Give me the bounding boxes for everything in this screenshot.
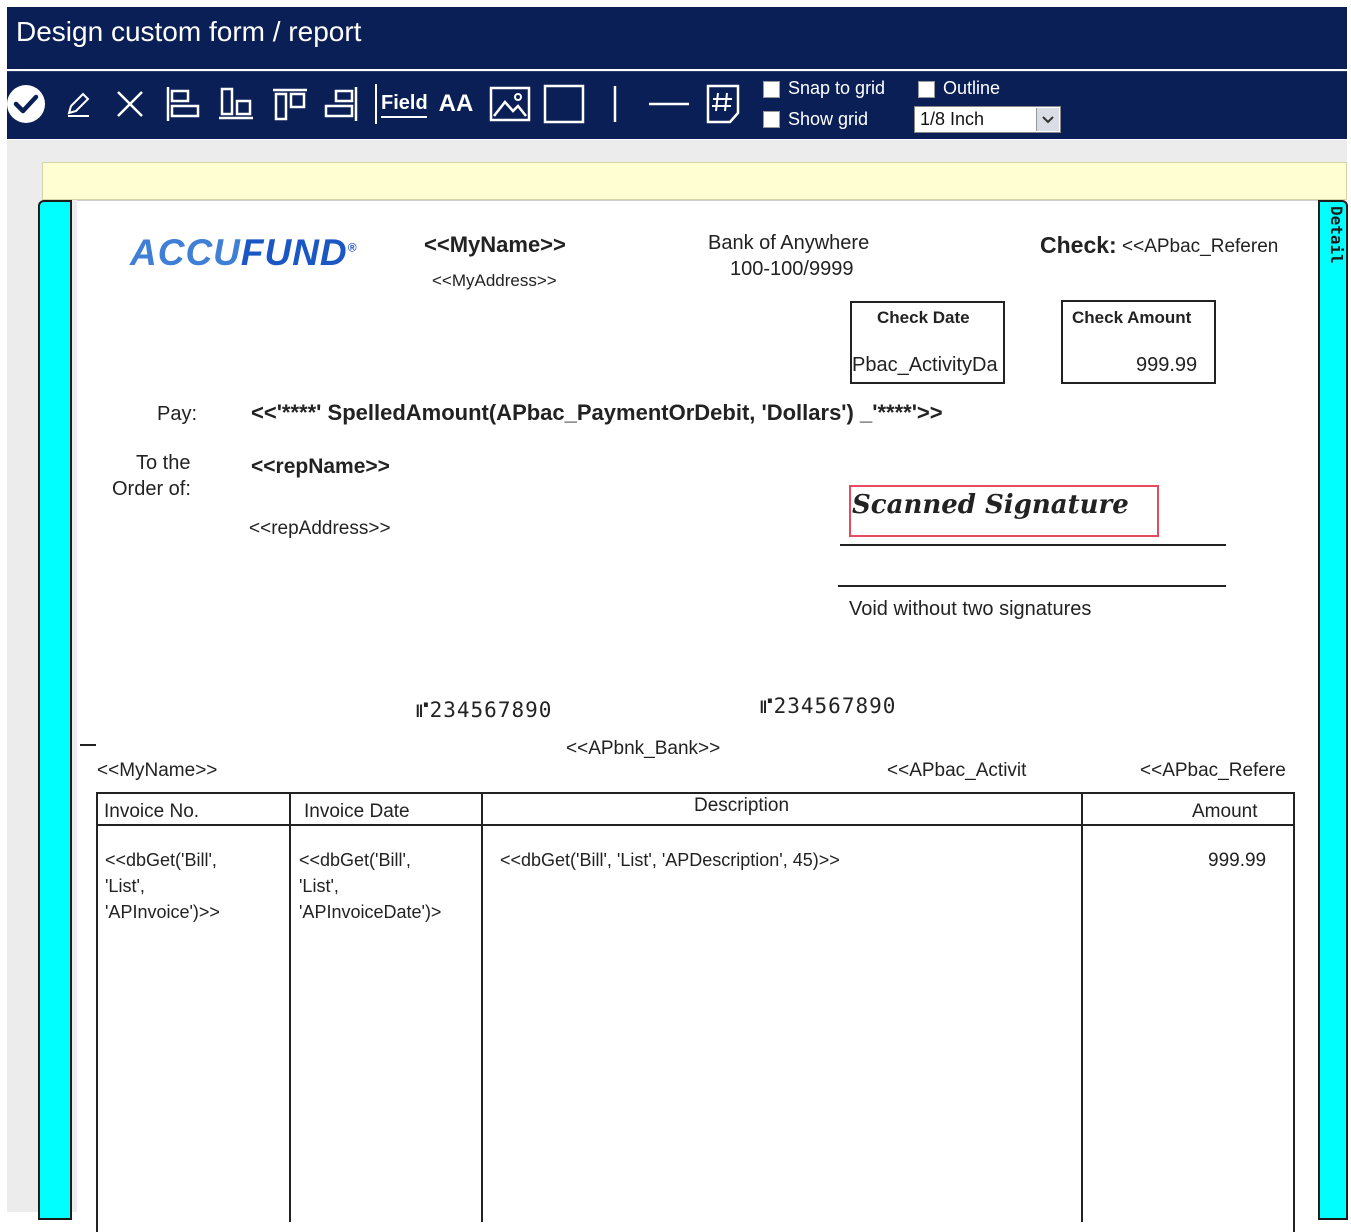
micr-line-1[interactable]: ⑈234567890 — [416, 698, 552, 722]
rectangle-icon[interactable] — [540, 82, 588, 126]
to-the-label: To the — [136, 452, 191, 474]
micr-line-2[interactable]: ⑈234567890 — [760, 694, 896, 718]
show-grid-checkbox[interactable] — [763, 111, 780, 128]
column-divider-2 — [481, 792, 483, 1222]
column-divider-3 — [1081, 792, 1083, 1222]
invoice-date-cell-line3[interactable]: 'APInvoiceDate')> — [299, 902, 479, 923]
scanned-signature-text: Scanned Signature — [852, 490, 1129, 520]
field-icon[interactable]: Field — [372, 82, 430, 126]
align-right-icon[interactable] — [320, 82, 364, 126]
stub-reference-field[interactable]: <<APbac_Refere — [1140, 760, 1296, 782]
rep-name-field[interactable]: <<repName>> — [251, 455, 390, 479]
page-number-icon[interactable] — [702, 82, 744, 126]
chevron-down-icon[interactable] — [1036, 108, 1059, 131]
image-icon[interactable] — [486, 82, 534, 126]
pay-label: Pay: — [157, 403, 198, 425]
outline-checkbox[interactable] — [918, 81, 935, 98]
grid-size-value: 1/8 Inch — [920, 109, 985, 129]
edit-pencil-icon[interactable] — [60, 82, 96, 126]
logo-mark: ® — [347, 240, 358, 255]
check-date-value: Pbac_ActivityDa — [852, 354, 998, 376]
column-header-description[interactable]: Description — [694, 795, 789, 817]
align-left-icon[interactable] — [160, 82, 204, 126]
text-label: AA — [438, 90, 474, 117]
order-of-label: Order of: — [112, 478, 191, 500]
invoice-no-cell-line2[interactable]: 'List', — [105, 876, 145, 897]
field-label: Field — [381, 92, 428, 114]
description-cell[interactable]: <<dbGet('Bill', 'List', 'APDescription',… — [500, 850, 840, 871]
check-amount-value: 999.99 — [1136, 354, 1198, 376]
check-date-label: Check Date — [877, 308, 970, 327]
stub-bank-field[interactable]: <<APbnk_Bank>> — [566, 738, 720, 760]
column-header-amount[interactable]: Amount — [1192, 801, 1257, 823]
invoice-no-cell-line1[interactable]: <<dbGet('Bill', — [105, 850, 217, 871]
page-header-band[interactable] — [42, 162, 1347, 200]
logo-part-2: FUND — [240, 232, 348, 273]
snap-to-grid-checkbox[interactable] — [763, 81, 780, 98]
invoice-no-cell-line3[interactable]: 'APInvoice')>> — [105, 902, 220, 923]
signature-line-1[interactable] — [840, 544, 1226, 546]
bank-name[interactable]: Bank of Anywhere — [708, 232, 869, 255]
section-label: Detail — [1327, 206, 1346, 264]
stub-activity-field[interactable]: <<APbac_Activit — [887, 760, 1047, 782]
signature-line-2[interactable] — [838, 585, 1226, 587]
my-address-field[interactable]: <<MyAddress>> — [432, 271, 557, 291]
accept-icon[interactable] — [5, 82, 47, 126]
check-amount-label: Check Amount — [1072, 308, 1192, 327]
table-header-divider — [96, 824, 1295, 826]
show-grid-label: Show grid — [788, 109, 869, 129]
column-header-invoice-no[interactable]: Invoice No. — [104, 801, 199, 823]
outline-label: Outline — [943, 78, 1001, 98]
section-separator-mark — [80, 744, 96, 746]
horizontal-line-icon[interactable] — [645, 82, 693, 126]
invoice-date-cell-line2[interactable]: 'List', — [299, 876, 339, 897]
align-bottom-icon[interactable] — [214, 82, 258, 126]
my-name-field[interactable]: <<MyName>> — [424, 232, 566, 258]
detail-band-right[interactable] — [1318, 200, 1348, 1220]
close-x-icon[interactable] — [110, 82, 150, 126]
column-divider-1 — [289, 792, 291, 1222]
rep-address-field[interactable]: <<repAddress>> — [249, 518, 391, 540]
void-notice[interactable]: Void without two signatures — [849, 598, 1091, 621]
invoice-date-cell-line1[interactable]: <<dbGet('Bill', — [299, 850, 411, 871]
logo-part-1: ACCU — [130, 232, 241, 273]
accufund-logo[interactable]: ACCUFUND® — [130, 232, 358, 274]
check-reference-field[interactable]: <<APbac_Referen — [1122, 236, 1296, 258]
snap-to-grid-label: Snap to grid — [788, 78, 886, 98]
amount-cell[interactable]: 999.99 — [1208, 850, 1266, 872]
vertical-line-icon[interactable] — [600, 82, 630, 126]
check-label[interactable]: Check: — [1040, 232, 1117, 259]
column-header-invoice-date[interactable]: Invoice Date — [304, 801, 410, 823]
spelled-amount-field[interactable]: <<'****' SpelledAmount(APbac_PaymentOrDe… — [251, 400, 943, 426]
window-title: Design custom form / report — [16, 16, 362, 47]
detail-band-left[interactable] — [38, 200, 72, 1220]
bank-routing[interactable]: 100-100/9999 — [730, 258, 853, 281]
stub-my-name-field[interactable]: <<MyName>> — [97, 760, 217, 782]
align-top-icon[interactable] — [268, 82, 312, 126]
text-font-icon[interactable]: AA — [436, 82, 476, 126]
